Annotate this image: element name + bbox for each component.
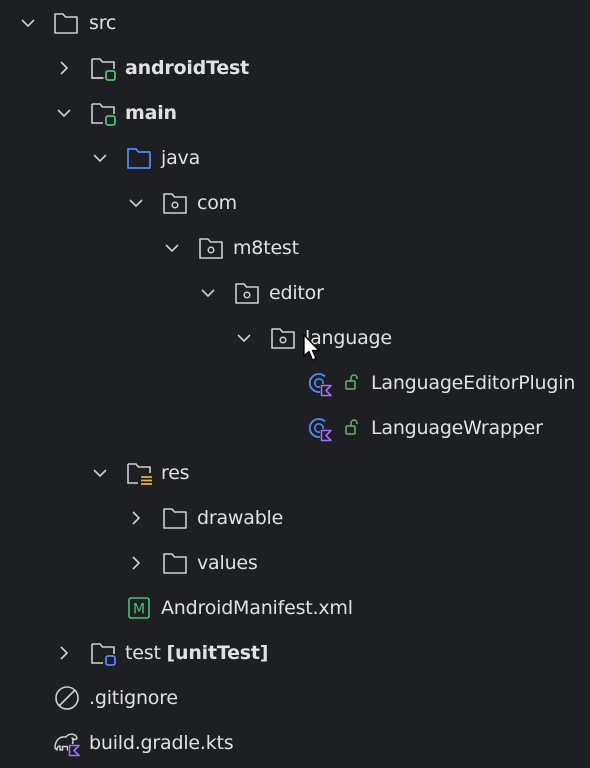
gradle-kotlin-icon [53,729,81,757]
tree-node-build-gradle[interactable]: build.gradle.kts [0,720,590,765]
tree-node-label: build.gradle.kts [89,732,234,754]
chevron-down-icon[interactable] [162,238,182,258]
tree-node-name: test [125,642,161,664]
chevron-right-icon[interactable] [54,643,74,663]
tree-node-android-manifest[interactable]: M AndroidManifest.xml [0,585,590,630]
folder-icon [52,9,80,37]
chevron-down-icon[interactable] [126,193,146,213]
tree-node-m8test[interactable]: m8test [0,225,590,270]
tree-node-test[interactable]: test [unitTest] [0,630,590,675]
tree-node-source-set: [unitTest] [166,642,269,664]
ignored-file-icon [53,684,81,712]
tree-node-label: res [161,462,190,484]
folder-icon [161,504,189,532]
package-icon [197,234,225,262]
tree-node-res[interactable]: res [0,450,590,495]
chevron-right-icon[interactable] [126,553,146,573]
kotlin-class-icon [305,414,333,442]
module-folder-icon [89,99,117,127]
tree-node-com[interactable]: com [0,180,590,225]
tree-node-label: com [197,192,237,214]
tree-node-gitignore[interactable]: .gitignore [0,675,590,720]
tree-node-src[interactable]: src [0,0,590,45]
tree-node-label: test [unitTest] [125,641,268,665]
package-icon [161,189,189,217]
unlock-icon [343,373,361,391]
tree-node-label: java [161,147,201,169]
chevron-down-icon[interactable] [54,103,74,123]
tree-node-values[interactable]: values [0,540,590,585]
tree-node-language-editor-plugin[interactable]: LanguageEditorPlugin [0,360,590,405]
module-folder-icon [89,639,117,667]
tree-node-main[interactable]: main [0,90,590,135]
tree-node-label: main [125,102,177,124]
tree-node-editor[interactable]: editor [0,270,590,315]
package-icon [269,324,297,352]
tree-node-label: .gitignore [89,687,178,709]
tree-node-android-test[interactable]: androidTest [0,45,590,90]
unlock-icon [343,418,361,436]
svg-text:M: M [133,602,145,618]
tree-node-language-wrapper[interactable]: LanguageWrapper [0,405,590,450]
tree-node-label: values [197,552,258,574]
chevron-down-icon[interactable] [90,463,110,483]
tree-node-label: src [89,12,117,34]
project-tree: src androidTest main java com m8test edi… [0,0,590,768]
tree-node-label: LanguageWrapper [371,417,543,439]
tree-node-label: androidTest [125,57,249,79]
chevron-down-icon[interactable] [18,13,38,33]
tree-node-label: editor [269,282,324,304]
source-folder-icon [125,144,153,172]
package-icon [233,279,261,307]
folder-icon [161,549,189,577]
mouse-cursor-icon [303,334,323,364]
tree-node-java[interactable]: java [0,135,590,180]
chevron-right-icon[interactable] [126,508,146,528]
tree-node-label: AndroidManifest.xml [161,597,353,619]
tree-node-label: m8test [233,237,299,259]
tree-node-label: LanguageEditorPlugin [371,372,576,394]
resource-folder-icon [125,459,153,487]
tree-node-drawable[interactable]: drawable [0,495,590,540]
chevron-down-icon[interactable] [198,283,218,303]
tree-node-language[interactable]: language [0,315,590,360]
module-folder-icon [89,54,117,82]
chevron-down-icon[interactable] [90,148,110,168]
kotlin-class-icon [305,369,333,397]
tree-node-label: drawable [197,507,284,529]
manifest-icon: M [125,594,153,622]
chevron-down-icon[interactable] [234,328,254,348]
chevron-right-icon[interactable] [54,58,74,78]
